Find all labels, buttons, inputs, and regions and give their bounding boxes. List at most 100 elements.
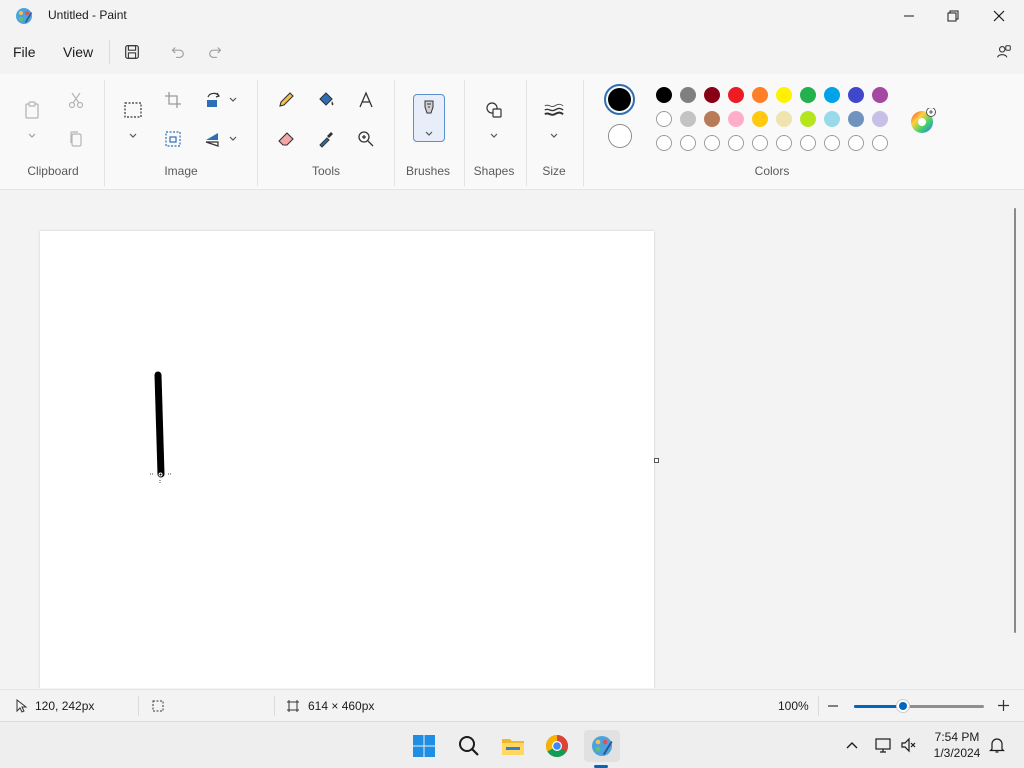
rotate-button[interactable] [199, 86, 227, 114]
search-button[interactable] [453, 730, 485, 762]
zoom-slider[interactable] [854, 705, 984, 708]
color-swatch[interactable] [800, 87, 816, 103]
empty-color-slot[interactable] [680, 135, 696, 151]
paste-chevron-down-icon[interactable] [27, 131, 37, 141]
crop-button[interactable] [159, 86, 187, 114]
shapes-button[interactable] [480, 96, 508, 124]
color-swatch[interactable] [704, 87, 720, 103]
text-button[interactable] [352, 86, 380, 114]
resize-button[interactable] [159, 125, 187, 153]
redo-button[interactable] [206, 42, 226, 62]
color-swatch[interactable] [704, 111, 720, 127]
paste-button[interactable] [18, 96, 46, 124]
color-swatch[interactable] [776, 87, 792, 103]
eraser-button[interactable] [272, 125, 300, 153]
restore-button[interactable] [930, 0, 976, 32]
account-button[interactable] [994, 42, 1014, 62]
folder-icon [502, 739, 524, 755]
undo-button[interactable] [167, 42, 187, 62]
select-button[interactable] [119, 96, 147, 124]
search-icon [459, 736, 479, 756]
start-button[interactable] [408, 730, 440, 762]
paint-taskbar-button[interactable] [584, 730, 620, 762]
secondary-color-swatch[interactable] [608, 124, 632, 148]
rotate-chevron-down-icon[interactable] [228, 95, 238, 105]
empty-color-slot[interactable] [872, 135, 888, 151]
empty-color-slot[interactable] [848, 135, 864, 151]
flip-button[interactable] [199, 125, 227, 153]
zoom-out-icon[interactable] [827, 700, 839, 712]
menu-view[interactable]: View [63, 42, 93, 62]
restore-icon [947, 10, 959, 22]
group-label-shapes: Shapes [473, 164, 515, 178]
paste-icon [25, 101, 39, 119]
canvas-size-icon [287, 700, 299, 712]
close-button[interactable] [976, 0, 1022, 32]
empty-color-slot[interactable] [704, 135, 720, 151]
magnifier-button[interactable] [352, 125, 380, 153]
drawing-canvas[interactable] [40, 231, 654, 688]
flip-icon [205, 133, 219, 147]
notification-bell-icon[interactable] [988, 736, 1006, 754]
color-swatch[interactable] [680, 87, 696, 103]
color-swatch[interactable] [800, 111, 816, 127]
undo-icon [171, 47, 184, 58]
color-swatch[interactable] [824, 111, 840, 127]
copy-button[interactable] [62, 125, 90, 153]
size-chevron-down-icon[interactable] [549, 131, 559, 141]
empty-color-slot[interactable] [800, 135, 816, 151]
cut-button[interactable] [62, 86, 90, 114]
color-swatch[interactable] [728, 87, 744, 103]
color-swatch[interactable] [656, 111, 672, 127]
selection-size-icon [152, 700, 164, 712]
color-swatch[interactable] [776, 111, 792, 127]
status-divider [274, 696, 275, 716]
brushes-button[interactable] [413, 94, 445, 142]
file-explorer-button[interactable] [497, 730, 529, 762]
color-swatch[interactable] [752, 111, 768, 127]
zoom-slider-thumb[interactable] [896, 699, 911, 713]
text-icon [359, 91, 373, 108]
color-swatch[interactable] [848, 87, 864, 103]
chevron-up-icon[interactable] [845, 739, 859, 751]
color-swatch[interactable] [680, 111, 696, 127]
menu-bar: File View [0, 34, 1024, 70]
empty-color-slot[interactable] [824, 135, 840, 151]
size-button[interactable] [540, 96, 568, 124]
resize-icon [165, 131, 181, 147]
minimize-button[interactable] [886, 0, 932, 32]
color-swatch[interactable] [872, 111, 888, 127]
color-picker-button[interactable] [312, 125, 340, 153]
color-swatch[interactable] [728, 111, 744, 127]
fill-button[interactable] [312, 86, 340, 114]
vertical-scrollbar[interactable] [1014, 208, 1016, 633]
chrome-button[interactable] [541, 730, 573, 762]
group-label-image: Image [164, 164, 198, 178]
empty-color-slot[interactable] [752, 135, 768, 151]
zoom-in-icon[interactable] [997, 699, 1010, 712]
color-swatch[interactable] [656, 87, 672, 103]
color-swatch[interactable] [872, 87, 888, 103]
save-button[interactable] [122, 42, 142, 62]
line-size-icon [544, 103, 564, 116]
primary-color-swatch[interactable] [604, 84, 635, 115]
select-chevron-down-icon[interactable] [128, 131, 138, 141]
empty-color-slot[interactable] [776, 135, 792, 151]
clock-time: 7:54 PM [934, 730, 980, 744]
shapes-chevron-down-icon[interactable] [489, 131, 499, 141]
color-swatch[interactable] [848, 111, 864, 127]
empty-color-slot[interactable] [656, 135, 672, 151]
edit-colors-button[interactable] [910, 107, 936, 134]
empty-color-slot[interactable] [728, 135, 744, 151]
flip-chevron-down-icon[interactable] [228, 134, 238, 144]
status-divider [138, 696, 139, 716]
menu-file[interactable]: File [13, 42, 36, 62]
color-swatch[interactable] [824, 87, 840, 103]
pencil-button[interactable] [272, 86, 300, 114]
network-icon[interactable] [874, 736, 892, 754]
volume-muted-icon[interactable] [900, 736, 918, 754]
canvas-resize-handle[interactable] [654, 458, 659, 463]
color-swatch[interactable] [752, 87, 768, 103]
system-clock[interactable]: 7:54 PM 1/3/2024 [924, 729, 990, 761]
status-divider [818, 696, 819, 716]
